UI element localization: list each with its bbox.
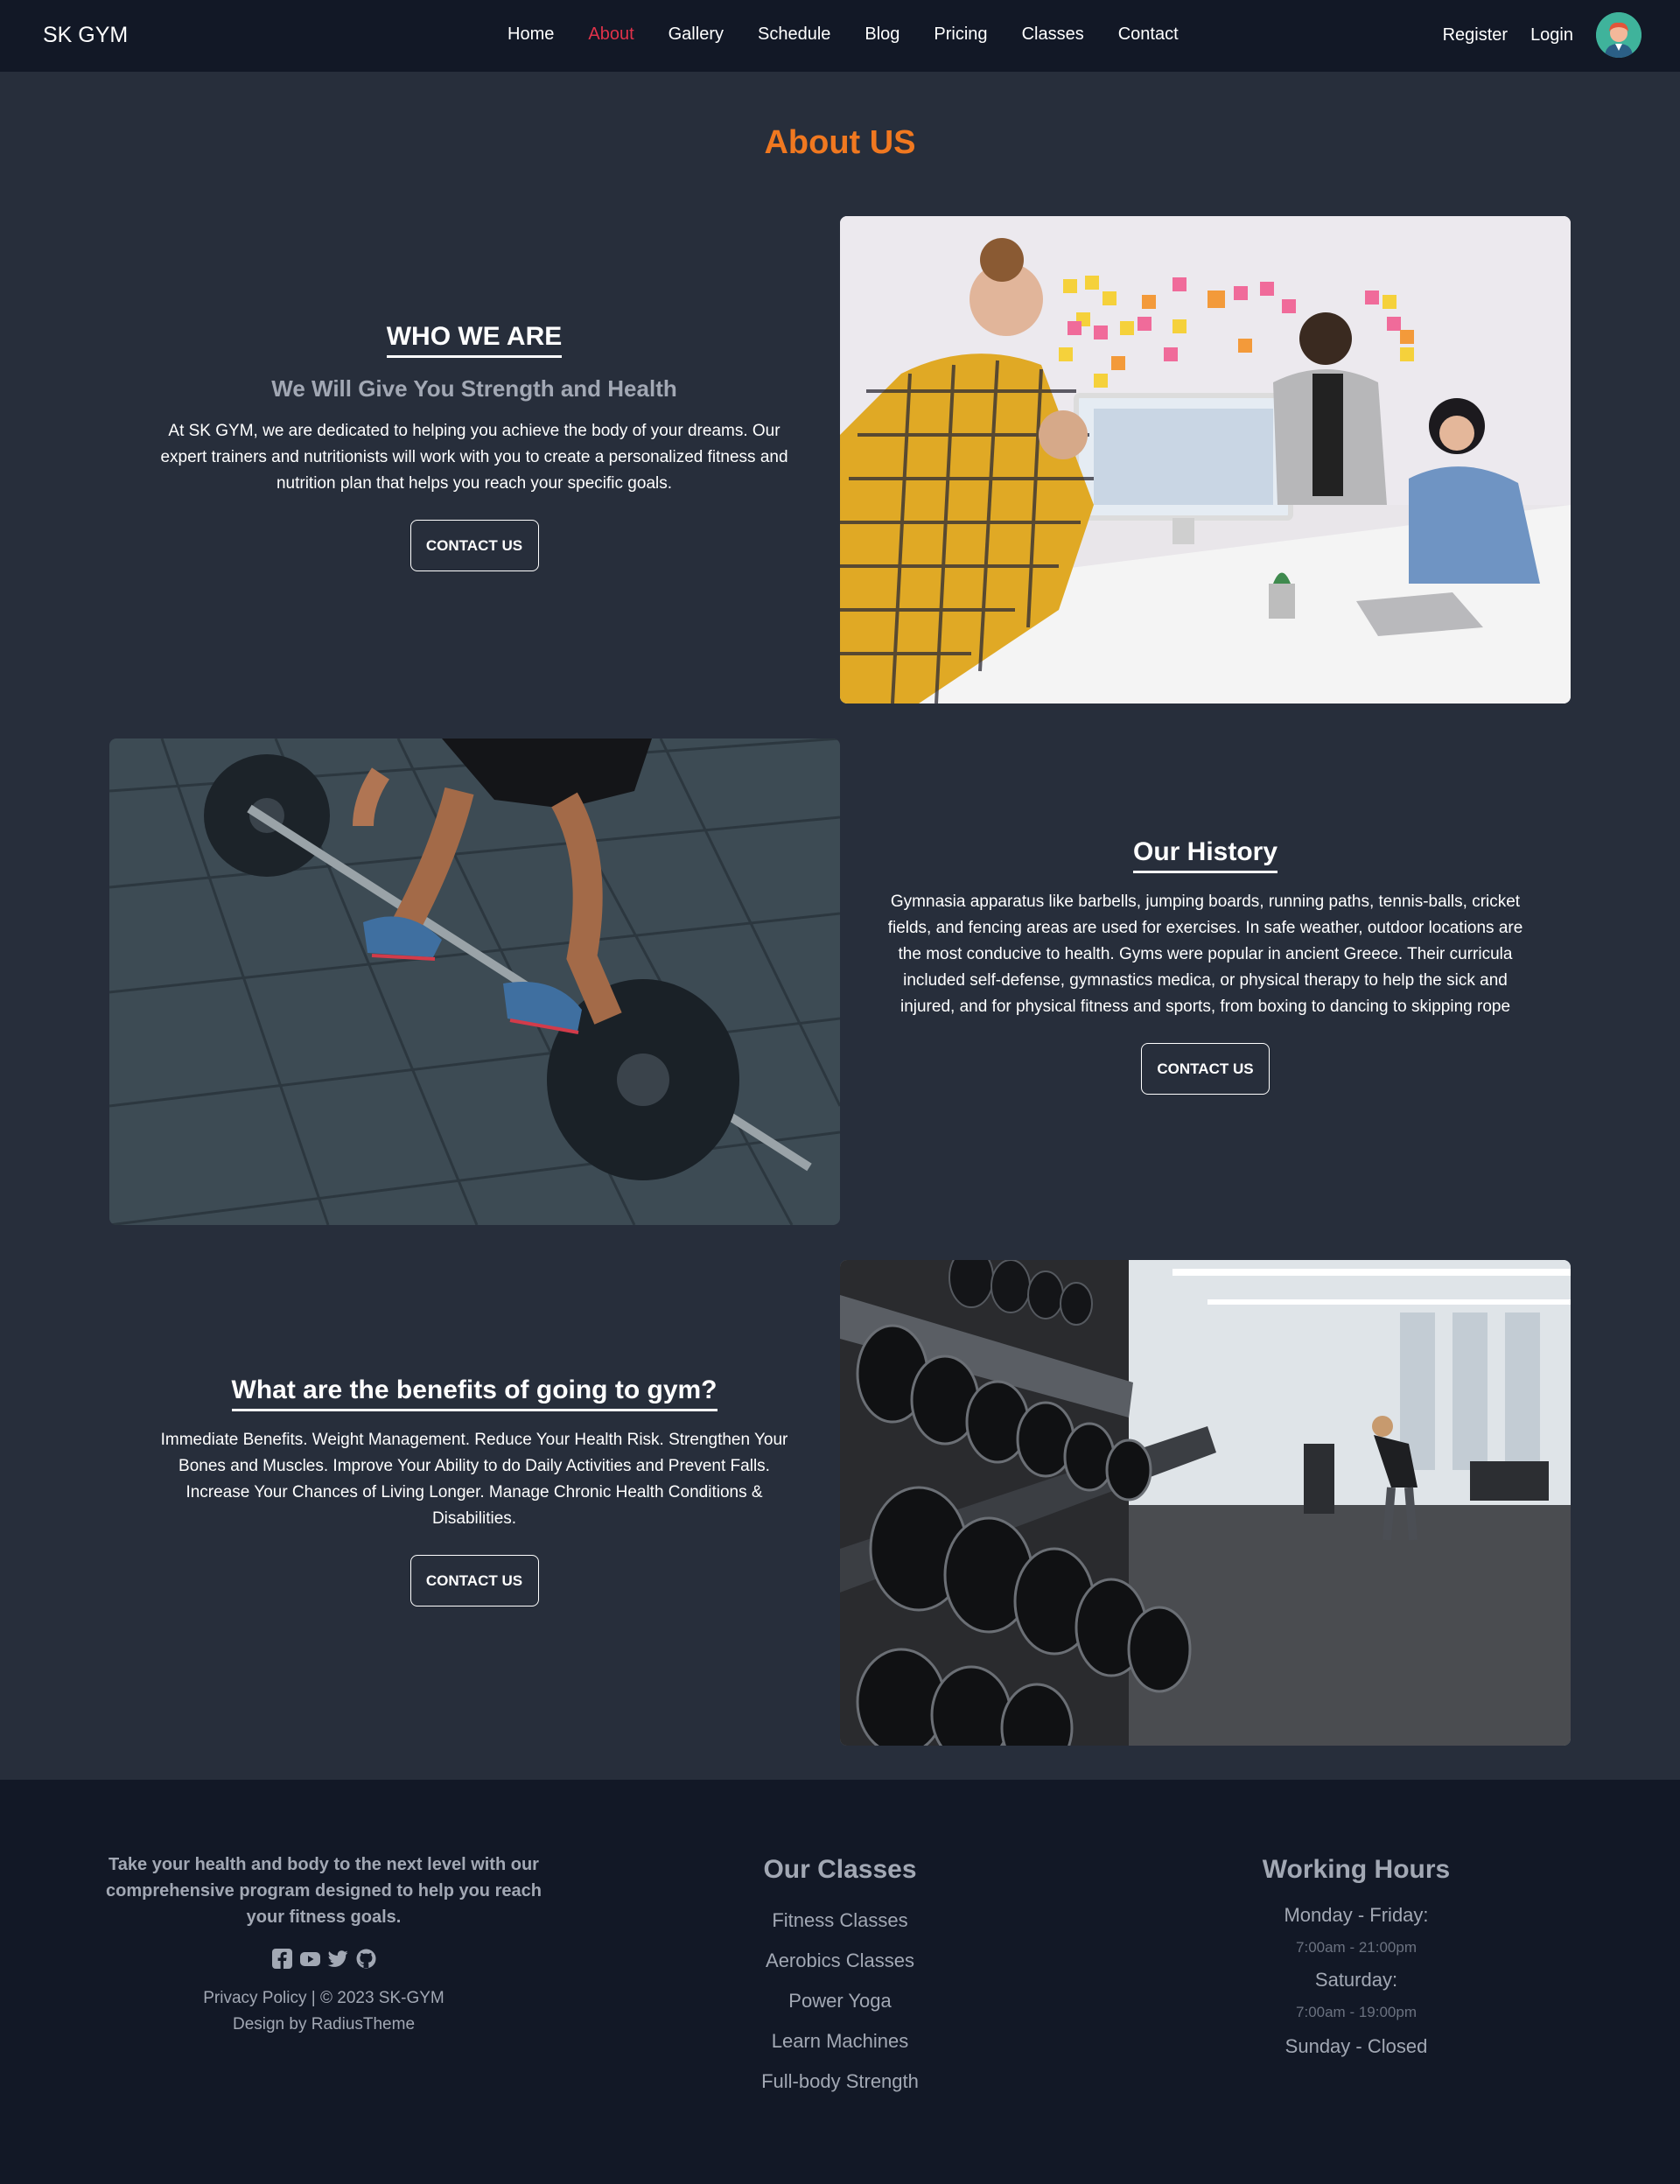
nav-link-pricing[interactable]: Pricing bbox=[934, 24, 987, 45]
footer-legal: Privacy Policy | © 2023 SK-GYM Design by… bbox=[88, 1985, 560, 2038]
who-we-are-subheading: We Will Give You Strength and Health bbox=[271, 375, 677, 402]
class-link-fitness[interactable]: Fitness Classes bbox=[665, 1900, 1015, 1941]
weekday-time: 7:00am - 21:00pm bbox=[1296, 1939, 1417, 1956]
our-history-section: Our History Gymnasia apparatus like barb… bbox=[879, 837, 1531, 1095]
deadlift-photo bbox=[109, 738, 840, 1225]
footer-about: Take your health and body to the next le… bbox=[88, 1852, 560, 2038]
nav-link-home[interactable]: Home bbox=[508, 24, 554, 45]
who-we-are-section: WHO WE ARE We Will Give You Strength and… bbox=[149, 322, 800, 571]
privacy-copyright-text[interactable]: Privacy Policy | © 2023 SK-GYM bbox=[88, 1985, 560, 2012]
saturday-label: Saturday: bbox=[1314, 1969, 1398, 1991]
classes-list: Fitness Classes Aerobics Classes Power Y… bbox=[665, 1900, 1015, 2102]
avatar[interactable] bbox=[1596, 12, 1642, 58]
working-hours-heading: Working Hours bbox=[1262, 1855, 1451, 1884]
contact-us-button[interactable]: CONTACT US bbox=[410, 1555, 539, 1606]
design-credit-text: Design by RadiusTheme bbox=[232, 2015, 416, 2034]
benefits-body: Immediate Benefits. Weight Management. R… bbox=[160, 1431, 788, 1528]
nav-link-gallery[interactable]: Gallery bbox=[668, 24, 724, 45]
nav-account: Register Login bbox=[1443, 12, 1642, 58]
youtube-icon[interactable] bbox=[299, 1948, 321, 1970]
who-we-are-body: At SK GYM, we are dedicated to helping y… bbox=[160, 422, 788, 493]
nav-link-contact[interactable]: Contact bbox=[1118, 24, 1179, 45]
sunday-closed: Sunday - Closed bbox=[1284, 2035, 1428, 2057]
nav-link-about[interactable]: About bbox=[588, 24, 634, 45]
social-links bbox=[88, 1948, 560, 1970]
dumbbell-rack-photo bbox=[840, 1260, 1571, 1746]
benefits-section: What are the benefits of going to gym? I… bbox=[149, 1376, 800, 1606]
class-link-power-yoga[interactable]: Power Yoga bbox=[665, 1981, 1015, 2021]
footer-tagline: Take your health and body to the next le… bbox=[106, 1855, 542, 1927]
page-title: About US bbox=[764, 124, 916, 161]
nav-link-blog[interactable]: Blog bbox=[864, 24, 900, 45]
class-link-aerobics[interactable]: Aerobics Classes bbox=[665, 1941, 1015, 1981]
our-history-body: Gymnasia apparatus like barbells, jumpin… bbox=[887, 892, 1523, 1016]
class-link-learn-machines[interactable]: Learn Machines bbox=[665, 2021, 1015, 2062]
our-classes-heading: Our Classes bbox=[763, 1855, 917, 1884]
register-link[interactable]: Register bbox=[1443, 25, 1508, 46]
brand-logo[interactable]: SK GYM bbox=[43, 23, 128, 48]
weekday-label: Monday - Friday: bbox=[1284, 1904, 1429, 1926]
nav-link-schedule[interactable]: Schedule bbox=[758, 24, 830, 45]
twitter-icon[interactable] bbox=[327, 1948, 349, 1970]
footer: Take your health and body to the next le… bbox=[0, 1780, 1680, 2184]
login-link[interactable]: Login bbox=[1530, 25, 1573, 46]
team-meeting-photo bbox=[840, 216, 1571, 704]
our-history-heading: Our History bbox=[1132, 837, 1278, 873]
navbar: SK GYM Home About Gallery Schedule Blog … bbox=[0, 0, 1680, 72]
nav-link-classes[interactable]: Classes bbox=[1022, 24, 1084, 45]
user-avatar-icon bbox=[1596, 12, 1642, 58]
who-we-are-heading: WHO WE ARE bbox=[386, 322, 563, 358]
footer-hours: Working Hours Monday - Friday: 7:00am - … bbox=[1181, 1855, 1531, 2062]
hours-list: Monday - Friday: 7:00am - 21:00pm Saturd… bbox=[1181, 1900, 1531, 2062]
facebook-icon[interactable] bbox=[271, 1948, 293, 1970]
saturday-time: 7:00am - 19:00pm bbox=[1296, 2004, 1417, 2020]
github-icon[interactable] bbox=[355, 1948, 377, 1970]
nav-links: Home About Gallery Schedule Blog Pricing… bbox=[508, 24, 1213, 45]
footer-classes: Our Classes Fitness Classes Aerobics Cla… bbox=[665, 1855, 1015, 2102]
class-link-full-body-strength[interactable]: Full-body Strength bbox=[665, 2062, 1015, 2102]
contact-us-button[interactable]: CONTACT US bbox=[410, 520, 539, 571]
contact-us-button[interactable]: CONTACT US bbox=[1141, 1043, 1270, 1095]
benefits-heading: What are the benefits of going to gym? bbox=[231, 1376, 718, 1411]
